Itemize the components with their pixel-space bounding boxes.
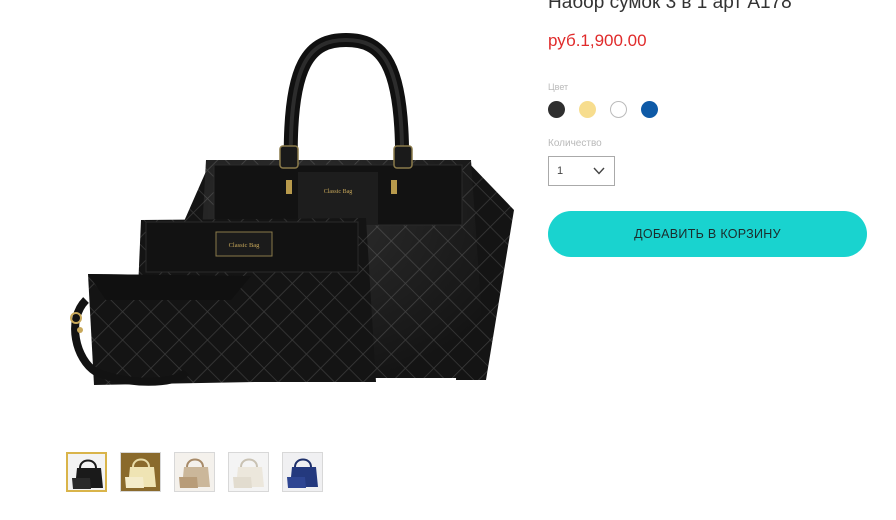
handbag-set-photo: Classic Bag Classic Bag <box>70 32 514 386</box>
bag-thumbnail-image <box>121 453 160 491</box>
add-to-cart-button[interactable]: ДОБАВИТЬ В КОРЗИНУ <box>548 211 867 257</box>
thumbnail-gold[interactable] <box>120 452 161 492</box>
thumbnail-white[interactable] <box>228 452 269 492</box>
color-swatches <box>548 101 658 118</box>
svg-text:Classic Bag: Classic Bag <box>324 189 353 195</box>
product-main-image[interactable]: Classic Bag Classic Bag <box>66 0 516 428</box>
quantity-select[interactable]: 1 <box>548 156 615 186</box>
bag-thumbnail-image <box>283 453 322 491</box>
color-swatch-yellow[interactable] <box>579 101 596 118</box>
color-swatch-black[interactable] <box>548 101 565 118</box>
product-price: руб.1,900.00 <box>548 31 647 50</box>
add-to-cart-label: ДОБАВИТЬ В КОРЗИНУ <box>634 227 781 241</box>
color-swatch-blue[interactable] <box>641 101 658 118</box>
thumbnail-black[interactable] <box>66 452 107 492</box>
bag-thumbnail-image <box>175 453 214 491</box>
thumbnail-beige[interactable] <box>174 452 215 492</box>
svg-text:Classic Bag: Classic Bag <box>229 242 261 249</box>
bag-thumbnail-image <box>68 454 105 490</box>
color-label: Цвет <box>548 82 569 92</box>
thumbnail-blue[interactable] <box>282 452 323 492</box>
chevron-down-icon <box>593 166 605 179</box>
thumbnail-strip <box>66 452 323 492</box>
quantity-label: Количество <box>548 138 602 149</box>
bag-thumbnail-image <box>229 453 268 491</box>
quantity-value: 1 <box>557 165 564 177</box>
product-title: Набор сумок 3 в 1 арт A178 <box>548 0 792 13</box>
color-swatch-white[interactable] <box>610 101 627 118</box>
